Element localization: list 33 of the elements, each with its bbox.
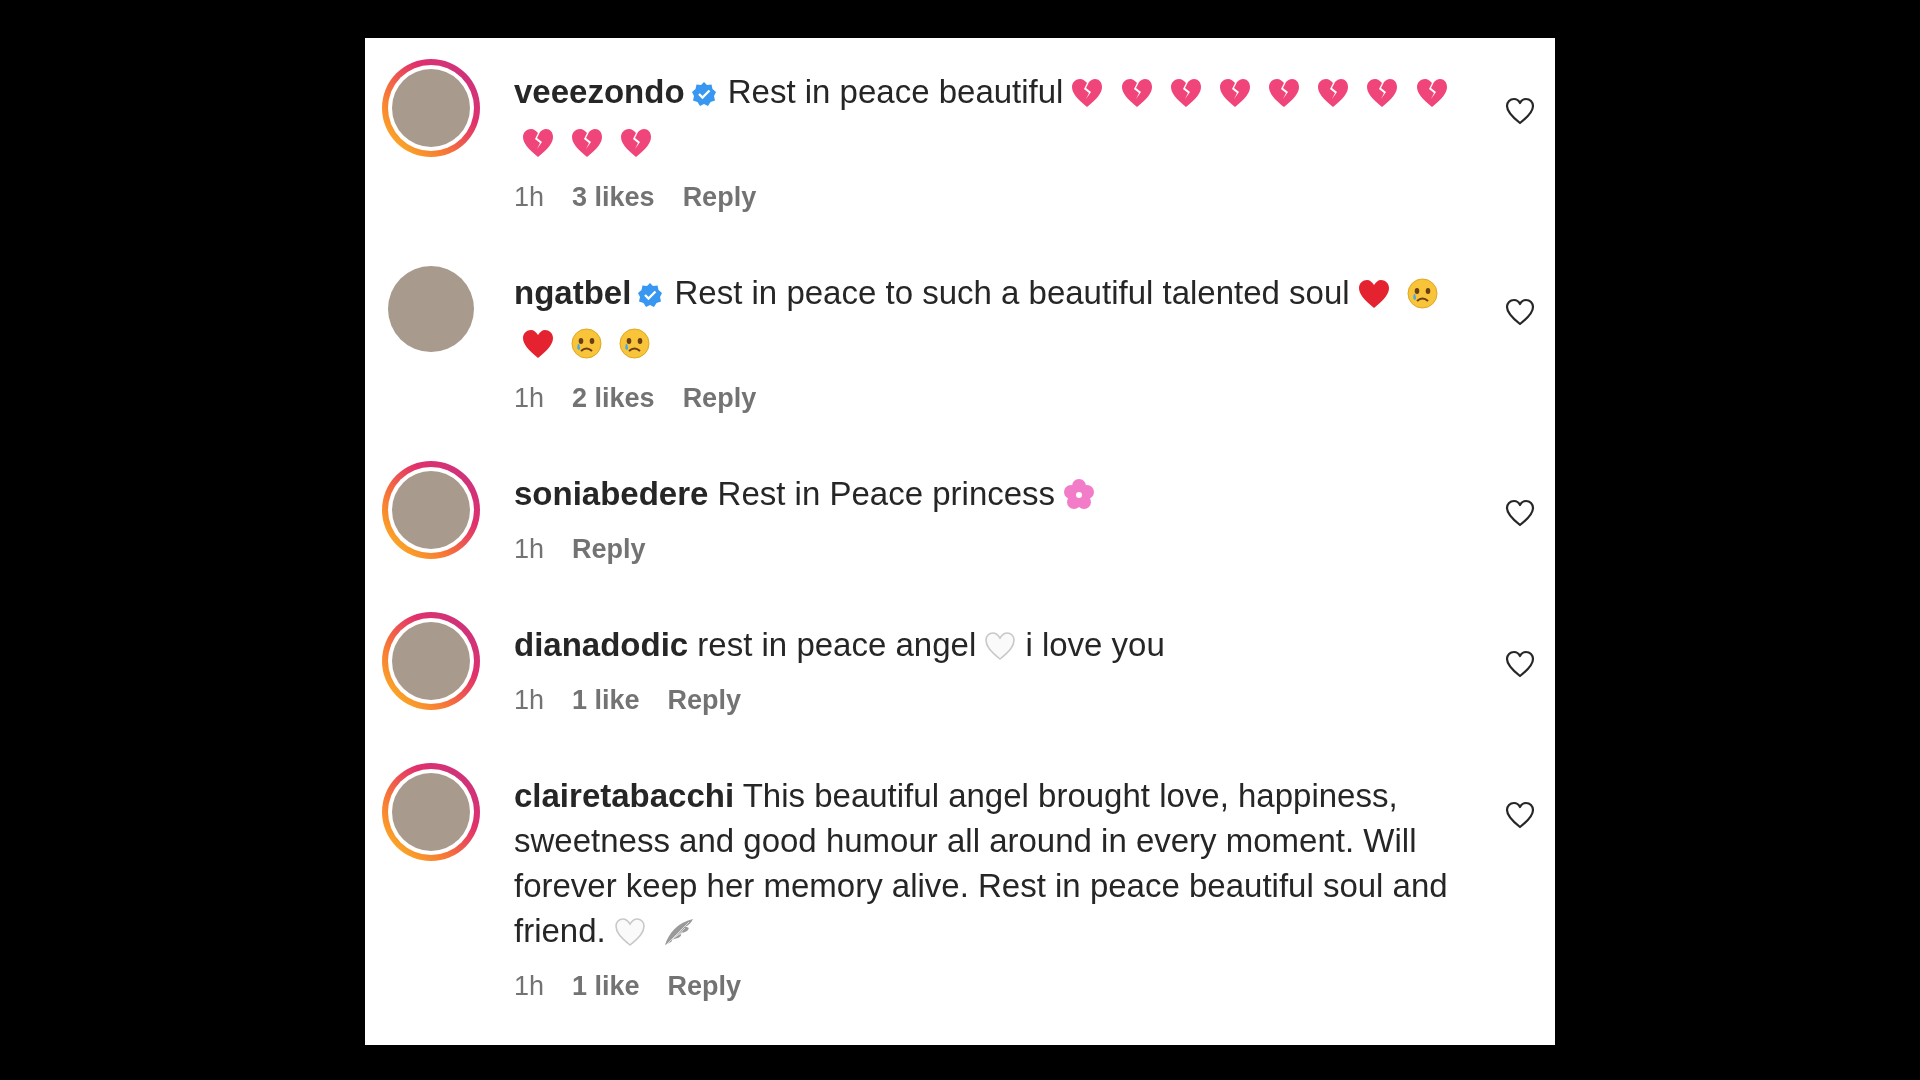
likes-count-link[interactable]: 3 likes [572,180,655,214]
like-button[interactable] [1505,801,1535,829]
likes-count-link[interactable]: 2 likes [572,381,655,415]
username-link[interactable]: ngatbel [514,274,632,311]
comment-time: 1h [514,970,545,1003]
comment-time: 1h [514,181,545,214]
avatar[interactable] [392,773,470,851]
comment-text: veeezondo Rest in peace beautiful [514,69,1471,169]
avatar[interactable] [392,69,470,147]
username-link[interactable]: dianadodic [514,626,689,663]
comment-time: 1h [514,684,545,717]
likes-count-link[interactable]: 1 like [572,683,640,717]
username-link[interactable]: clairetabacchi [514,777,735,814]
comment-text: ngatbel Rest in peace to such a beautiful talented soul [514,270,1471,370]
reply-link[interactable]: Reply [682,381,757,415]
avatar[interactable] [392,622,470,700]
username-link[interactable]: soniabedere [514,475,709,512]
like-button[interactable] [1505,97,1535,125]
like-button[interactable] [1505,499,1535,527]
like-button[interactable] [1505,650,1535,678]
comment-time: 1h [514,382,545,415]
username-link[interactable]: veeezondo [514,73,685,110]
comment-text: soniabedere Rest in Peace princess [514,471,1471,521]
likes-count-link[interactable]: 1 like [572,969,640,1003]
comment-text: clairetabacchi This beautiful angel brought love, happiness, sweetness and good humour all around in every moment. Will forever keep her memory alive. Rest in peace beautiful soul and friend. [514,773,1471,958]
reply-link[interactable]: Reply [667,683,742,717]
like-button[interactable] [1505,298,1535,326]
reply-link[interactable]: Reply [682,180,757,214]
comment-text: dianadodic rest in peace angel i love you [514,622,1471,672]
reply-link[interactable]: Reply [572,532,646,566]
comment-time: 1h [514,533,545,566]
reply-link[interactable]: Reply [667,969,742,1003]
avatar[interactable] [392,471,470,549]
